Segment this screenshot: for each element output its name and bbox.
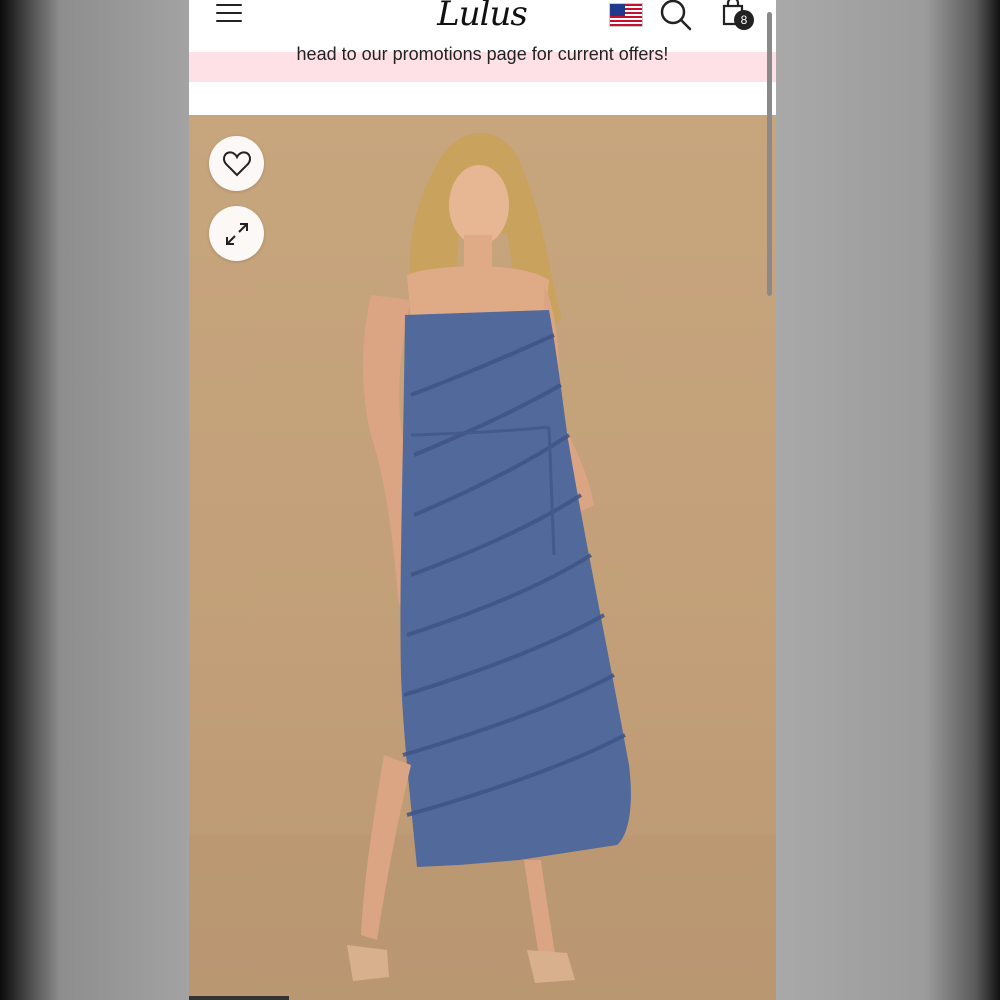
mobile-screen: Lulus 8 head to our promotions page for …	[189, 0, 776, 1000]
promo-banner[interactable]: head to our promotions page for current …	[189, 44, 776, 82]
expand-icon	[226, 223, 248, 245]
heart-icon	[223, 151, 251, 177]
page-background-right	[776, 0, 1000, 1000]
cart-count-badge: 8	[734, 10, 754, 30]
hamburger-menu-icon[interactable]	[216, 2, 242, 22]
favorite-button[interactable]	[209, 136, 264, 191]
model-figure	[189, 132, 776, 1000]
image-progress-indicator	[189, 996, 289, 1000]
product-image[interactable]	[189, 115, 776, 1000]
us-flag-icon[interactable]	[609, 3, 643, 27]
brand-logo[interactable]: Lulus	[427, 0, 537, 34]
page-background-left	[0, 0, 189, 1000]
scrollbar[interactable]	[767, 12, 772, 296]
search-icon[interactable]	[659, 0, 693, 32]
expand-image-button[interactable]	[209, 206, 264, 261]
promo-text: head to our promotions page for current …	[296, 44, 669, 64]
